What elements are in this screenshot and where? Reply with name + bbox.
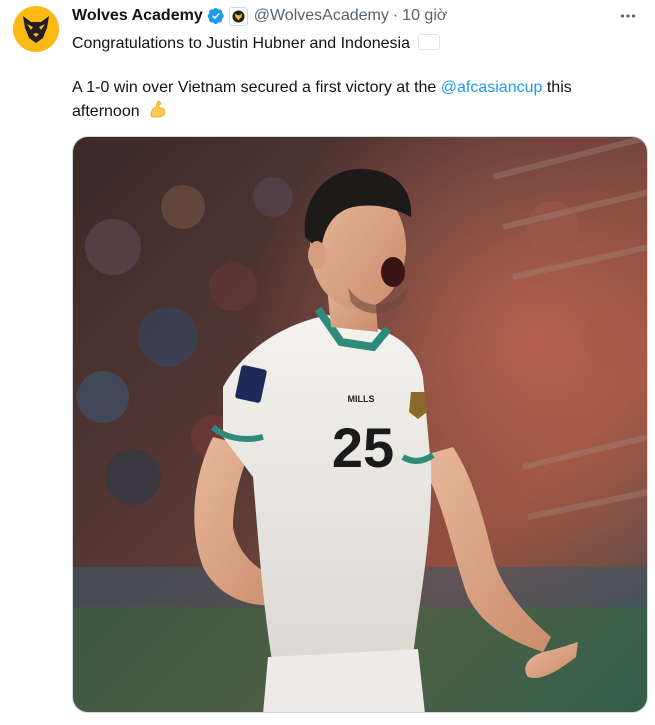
tweet-line-1: Congratulations to Justin Hubner and Ind… [72,35,410,52]
flexed-biceps-icon [148,99,168,126]
shirt-brand: MILLS [348,394,375,404]
separator-dot: · [392,7,399,24]
mention-link[interactable]: @afcasiancup [441,79,543,96]
avatar[interactable] [13,6,59,52]
player-celebration-image: MILLS 25 [73,137,647,712]
more-horizontal-icon[interactable] [615,5,641,27]
tweet-text: Congratulations to Justin Hubner and Ind… [72,33,642,126]
affiliate-badge-icon[interactable] [228,6,248,26]
author-name[interactable]: Wolves Academy [72,7,203,25]
tweet-header: Wolves Academy @WolvesAcademy · 10 giờ [72,5,641,27]
verified-badge-icon [207,7,225,25]
tweet-photo[interactable]: MILLS 25 [72,136,648,713]
jersey-number: 25 [332,416,394,479]
wolf-head-icon [23,16,49,43]
author-handle[interactable]: @WolvesAcademy [254,7,389,25]
tweet-line-2-start: A 1-0 win over Vietnam secured a first v… [72,79,441,96]
timestamp[interactable]: 10 giờ [402,7,447,25]
indonesia-flag-icon [419,35,439,49]
